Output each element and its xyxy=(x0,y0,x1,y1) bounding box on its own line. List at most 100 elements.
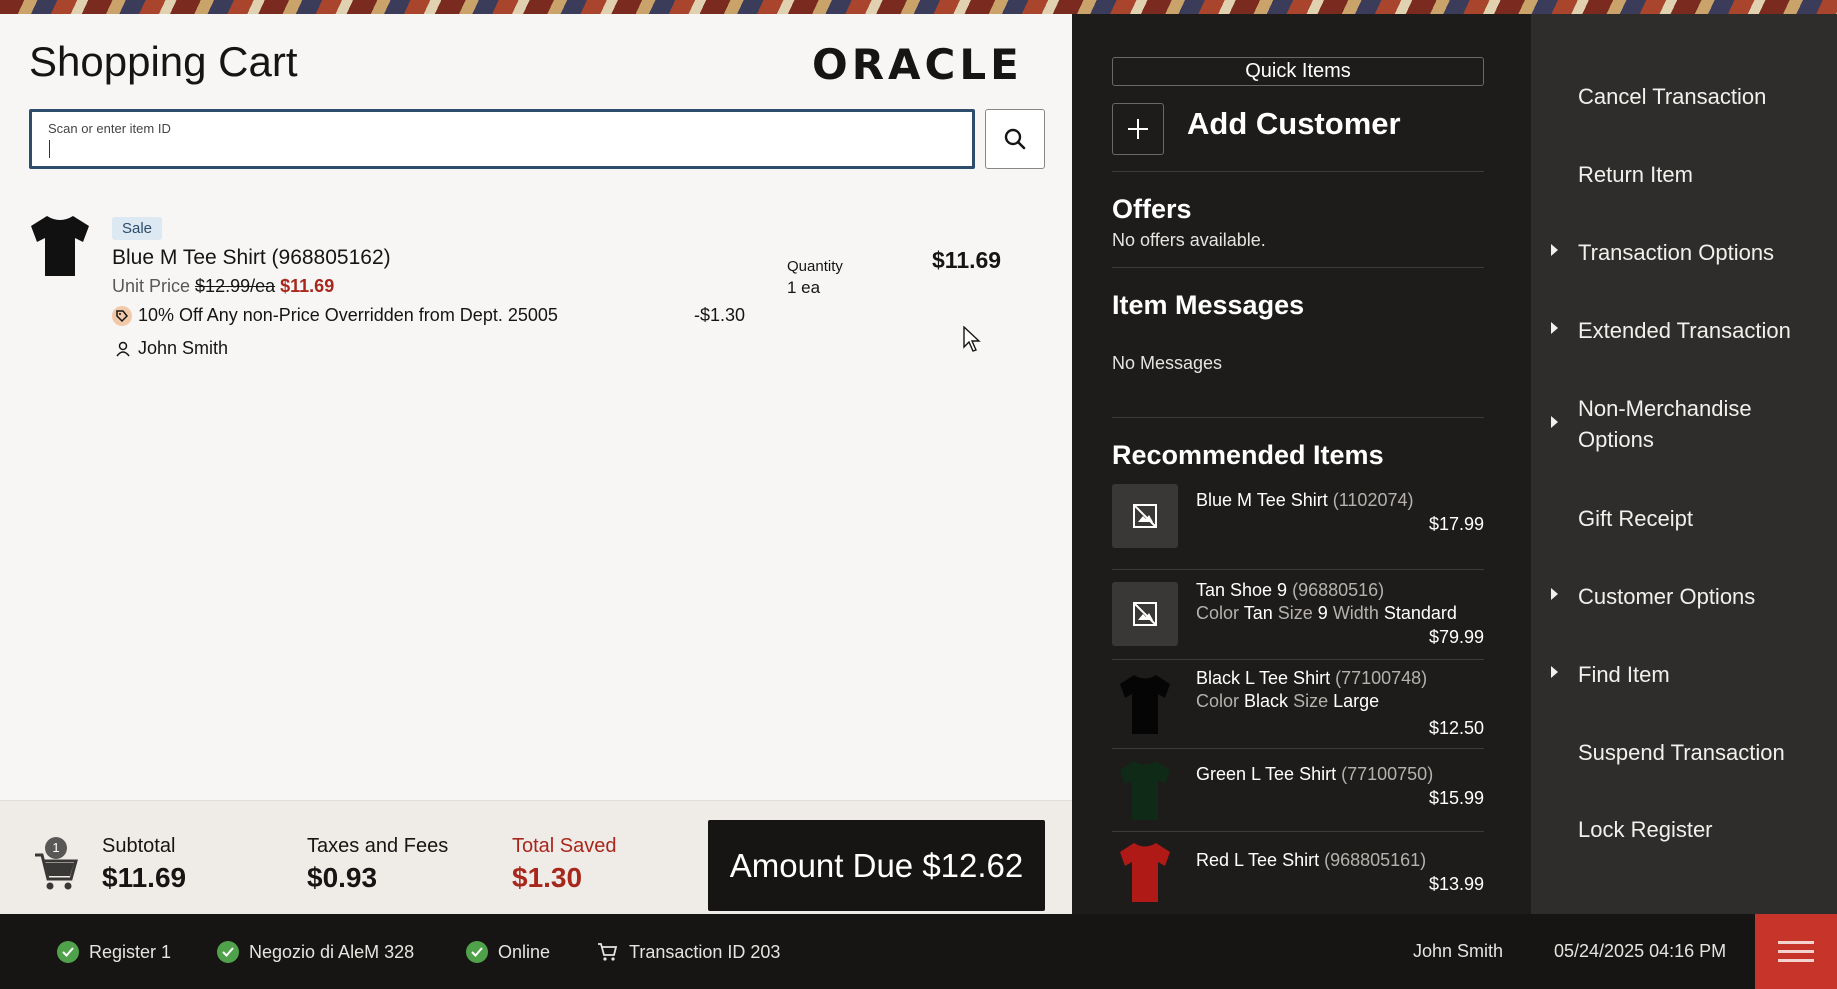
recommended-item[interactable]: Green L Tee Shirt (77100750) $15.99 xyxy=(1112,758,1484,826)
caret-right-icon xyxy=(1551,416,1558,428)
attr-value: 9 xyxy=(1317,603,1328,623)
item-messages-text: No Messages xyxy=(1112,353,1223,373)
online-label: Online xyxy=(498,941,551,962)
caret-right-icon xyxy=(1551,244,1558,256)
sales-person-name: John Smith xyxy=(138,338,229,358)
recommended-item-id: (1102074) xyxy=(1332,490,1414,510)
menu-return-item[interactable]: Return Item xyxy=(1578,159,1693,190)
page-title: Shopping Cart xyxy=(29,38,298,85)
add-customer-label[interactable]: Add Customer xyxy=(1187,106,1401,142)
menu-extended-transaction[interactable]: Extended Transaction xyxy=(1578,315,1791,346)
amount-due-button[interactable]: Amount Due $12.62 xyxy=(708,820,1045,911)
recommended-item[interactable]: Black L Tee Shirt (77100748) Color Black… xyxy=(1112,668,1484,746)
add-customer-button[interactable] xyxy=(1112,103,1164,155)
menu-gift-receipt[interactable]: Gift Receipt xyxy=(1578,503,1693,534)
transaction-id: Transaction ID 203 xyxy=(629,941,781,962)
divider xyxy=(1112,569,1484,570)
attr-value: Tan xyxy=(1243,603,1273,623)
check-circle-icon xyxy=(466,941,488,963)
caret-right-icon xyxy=(1551,322,1558,334)
attr-value: Black xyxy=(1244,691,1289,711)
sale-badge: Sale xyxy=(112,217,163,240)
text-caret xyxy=(49,140,50,158)
quick-items-panel: Quick Items Add Customer Offers No offer… xyxy=(1072,14,1531,914)
menu-label-line2: Options xyxy=(1578,427,1654,452)
image-unavailable-icon xyxy=(1112,484,1178,548)
recommended-item[interactable]: Red L Tee Shirt (968805161) $13.99 xyxy=(1112,840,1484,910)
menu-suspend-transaction[interactable]: Suspend Transaction xyxy=(1578,737,1785,768)
menu-lock-register[interactable]: Lock Register xyxy=(1578,814,1713,845)
menu-transaction-options[interactable]: Transaction Options xyxy=(1578,237,1774,268)
attr-key: Width xyxy=(1332,603,1379,623)
divider xyxy=(1112,831,1484,832)
quantity-value: 1 ea xyxy=(787,278,821,297)
tee-shirt-thumbnail xyxy=(31,216,89,276)
recommended-item-id: (968805161) xyxy=(1324,850,1427,870)
cart-line-item[interactable]: Sale Blue M Tee Shirt (968805162) Unit P… xyxy=(29,199,1049,358)
oracle-logo: ORACLE xyxy=(812,40,1023,89)
total-saved-value: $1.30 xyxy=(512,862,583,893)
divider xyxy=(1112,659,1484,660)
recommended-item-name: Red L Tee Shirt xyxy=(1196,850,1320,870)
recommended-item[interactable]: Tan Shoe 9 (96880516) Color Tan Size 9 W… xyxy=(1112,580,1484,660)
total-saved-label: Total Saved xyxy=(512,835,617,857)
menu-customer-options[interactable]: Customer Options xyxy=(1578,581,1755,612)
cart-panel: Shopping Cart ORACLE Scan or enter item … xyxy=(0,14,1072,928)
taxes-block: Taxes and Fees $0.93 xyxy=(307,835,448,894)
recommended-item-price: $15.99 xyxy=(1428,788,1484,808)
attr-key: Size xyxy=(1277,603,1313,623)
recommended-item-price: $17.99 xyxy=(1428,514,1484,534)
search-icon xyxy=(1004,128,1026,150)
attr-value: Standard xyxy=(1383,603,1457,623)
check-circle-icon xyxy=(57,941,79,963)
line-total: $11.69 xyxy=(932,247,1002,273)
image-unavailable-icon xyxy=(1112,582,1178,646)
price-tag-icon xyxy=(112,305,132,326)
logged-in-user: John Smith xyxy=(1413,941,1504,961)
taxes-value: $0.93 xyxy=(307,862,378,893)
promotion-row: 10% Off Any non-Price Overridden from De… xyxy=(112,305,558,326)
plus-icon xyxy=(1128,119,1148,139)
total-saved-block: Total Saved $1.30 xyxy=(512,835,617,894)
subtotal-value: $11.69 xyxy=(102,862,187,893)
recommended-item-name: Green L Tee Shirt xyxy=(1196,764,1337,784)
scan-item-input[interactable]: Scan or enter item ID xyxy=(29,109,975,169)
tee-shirt-thumbnail xyxy=(1120,761,1170,820)
promotion-amount: -$1.30 xyxy=(694,305,746,325)
unit-price-sale: $11.69 xyxy=(280,276,335,296)
divider xyxy=(1112,267,1484,268)
hamburger-line xyxy=(1778,941,1814,944)
attr-key: Color xyxy=(1196,691,1240,711)
mouse-cursor-icon xyxy=(963,326,981,352)
subtotal-label: Subtotal xyxy=(102,835,176,857)
item-name: Blue M Tee Shirt (968805162) xyxy=(112,246,391,269)
date-time: 05/24/2025 04:16 PM xyxy=(1554,941,1727,961)
store-status: Negozio di AleM 328 xyxy=(217,941,414,963)
store-name: Negozio di AleM 328 xyxy=(249,941,415,962)
totals-bar: 1 Subtotal $11.69 Taxes and Fees $0.93 T… xyxy=(0,800,1072,928)
quick-items-button[interactable]: Quick Items xyxy=(1112,57,1484,86)
offers-title: Offers xyxy=(1112,194,1192,224)
menu-find-item[interactable]: Find Item xyxy=(1578,659,1670,690)
divider xyxy=(1112,171,1484,172)
hamburger-menu-button[interactable] xyxy=(1755,914,1837,989)
cart-count-badge: 1 xyxy=(45,837,67,859)
recommended-item-id: (96880516) xyxy=(1292,580,1385,600)
caret-right-icon xyxy=(1551,588,1558,600)
menu-cancel-transaction[interactable]: Cancel Transaction xyxy=(1578,81,1766,112)
transaction-status: Transaction ID 203 xyxy=(597,941,780,963)
check-circle-icon xyxy=(217,941,239,963)
subtotal-block: Subtotal $11.69 xyxy=(102,835,186,894)
recommended-items-title: Recommended Items xyxy=(1112,440,1384,470)
attr-key: Size xyxy=(1293,691,1329,711)
attr-value: Large xyxy=(1333,691,1380,711)
search-button[interactable] xyxy=(985,109,1045,169)
recommended-item-name: Black L Tee Shirt xyxy=(1196,668,1331,688)
caret-right-icon xyxy=(1551,666,1558,678)
unit-price: Unit Price $12.99/ea $11.69 xyxy=(112,276,334,297)
tee-shirt-thumbnail xyxy=(1120,675,1170,734)
recommended-item[interactable]: Blue M Tee Shirt (1102074) $17.99 xyxy=(1112,484,1484,556)
sales-person: John Smith xyxy=(116,338,228,359)
person-icon xyxy=(116,341,130,356)
menu-non-merchandise-options[interactable]: Non-Merchandise Options xyxy=(1578,393,1752,455)
